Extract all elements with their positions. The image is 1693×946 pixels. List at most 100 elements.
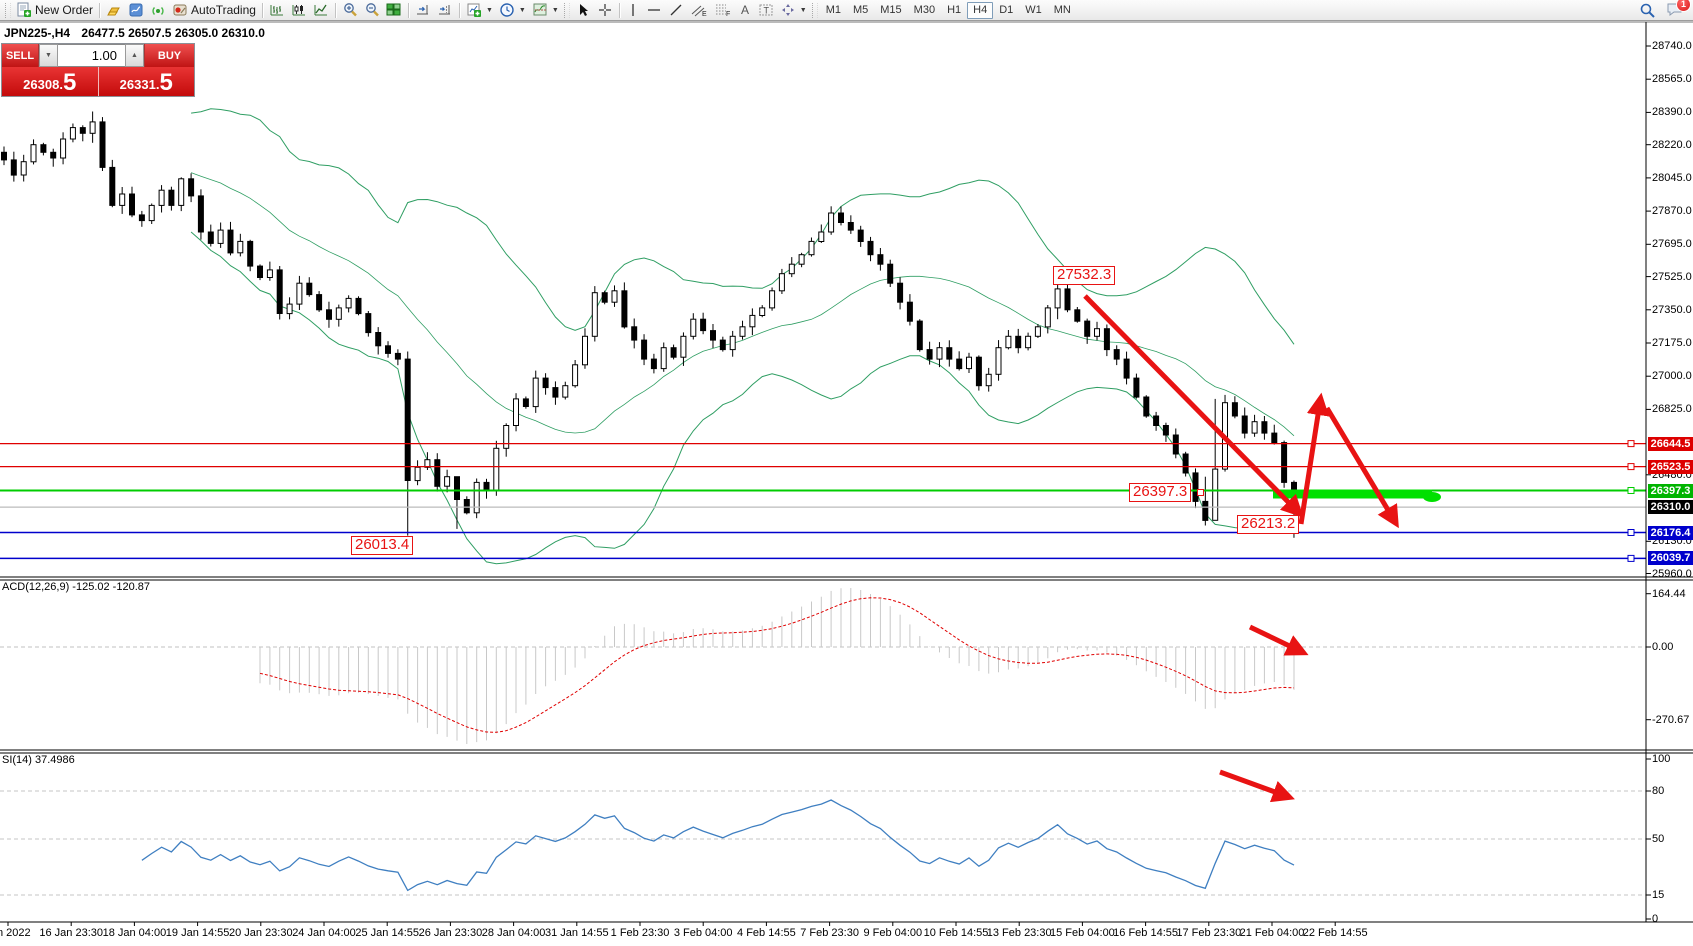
buy-price[interactable]: 26331.5 xyxy=(98,67,195,96)
gold-button[interactable] xyxy=(103,1,125,20)
timeframe-W1[interactable]: W1 xyxy=(1019,2,1048,19)
annotation-handle[interactable] xyxy=(1197,489,1204,496)
fibonacci-button[interactable]: F xyxy=(711,1,735,20)
price-axis-label: 28740.0 xyxy=(1652,40,1692,52)
periods-button[interactable]: ▼ xyxy=(496,1,529,20)
autotrading-button[interactable]: AutoTrading xyxy=(169,1,259,20)
chart-shift-button[interactable] xyxy=(434,1,456,20)
volume-decrease-button[interactable]: ▼ xyxy=(39,44,58,67)
price-tag: 26176.4 xyxy=(1648,526,1693,540)
toolbar-grip xyxy=(812,3,818,18)
line-handle[interactable] xyxy=(1628,555,1634,561)
clock-icon xyxy=(499,2,515,18)
vertical-line-button[interactable] xyxy=(623,1,643,20)
price-label-annotation[interactable]: 27532.3 xyxy=(1053,266,1115,285)
time-axis-label: 10 Feb 14:55 xyxy=(924,927,989,939)
bar-chart-button[interactable] xyxy=(266,1,288,20)
price-tag: 26310.0 xyxy=(1648,500,1693,514)
separator xyxy=(408,3,409,18)
green-band-drawing[interactable] xyxy=(1273,490,1441,503)
separator xyxy=(459,3,460,18)
sell-button[interactable]: SELL xyxy=(2,44,39,67)
horizontal-level-lines xyxy=(0,441,1646,562)
macd-panel xyxy=(0,588,1646,744)
timeframe-M5[interactable]: M5 xyxy=(847,2,874,19)
rsi-axis-label: 15 xyxy=(1652,889,1664,901)
dropdown-caret: ▼ xyxy=(519,7,526,14)
equidistant-channel-button[interactable]: E xyxy=(687,1,711,20)
price-label-annotation[interactable]: 26013.4 xyxy=(351,536,413,555)
price-axis-label: 25960.0 xyxy=(1652,568,1692,580)
trade-panel-prices: 26308.5 26331.5 xyxy=(2,67,194,96)
timeframe-group: M1M5M15M30H1H4D1W1MN xyxy=(820,2,1077,19)
svg-text:A: A xyxy=(741,3,749,17)
timeframe-H1[interactable]: H1 xyxy=(941,2,967,19)
rsi-axis-label: 0 xyxy=(1652,913,1658,925)
timeframe-D1[interactable]: D1 xyxy=(993,2,1019,19)
candlestick-icon xyxy=(291,2,307,18)
separator xyxy=(335,3,336,18)
search-icon[interactable] xyxy=(1639,2,1656,19)
price-axis-label: 27000.0 xyxy=(1652,370,1692,382)
rsi-panel xyxy=(0,791,1646,895)
volume-input[interactable]: 1.00 xyxy=(58,44,125,67)
volume-increase-button[interactable]: ▲ xyxy=(125,44,144,67)
auto-scroll-button[interactable] xyxy=(412,1,434,20)
rsi-axis-label: 100 xyxy=(1652,753,1670,765)
line-handle[interactable] xyxy=(1628,530,1634,536)
chart-shift-icon xyxy=(437,2,453,18)
fibonacci-icon: F xyxy=(714,2,732,18)
sell-price[interactable]: 26308.5 xyxy=(2,67,98,96)
buy-button[interactable]: BUY xyxy=(144,44,194,67)
notifications-button[interactable]: 1 xyxy=(1666,1,1684,20)
price-label-annotation[interactable]: 26213.2 xyxy=(1237,515,1299,534)
price-label-annotation[interactable]: 26397.3 xyxy=(1129,483,1191,502)
vertical-line-icon xyxy=(626,2,640,18)
zoom-out-button[interactable] xyxy=(361,1,383,20)
rsi-line xyxy=(142,800,1294,890)
new-order-label: New Order xyxy=(35,3,93,17)
timeframe-MN[interactable]: MN xyxy=(1048,2,1077,19)
line-chart-button[interactable] xyxy=(310,1,332,20)
equidistant-channel-icon: E xyxy=(690,2,708,18)
sell-price-big-digit: 5 xyxy=(63,71,76,95)
charts-doc-button[interactable] xyxy=(125,1,147,20)
arrows-button[interactable]: ▼ xyxy=(777,1,810,20)
timeframe-H4[interactable]: H4 xyxy=(967,2,993,19)
zoom-out-icon xyxy=(364,2,380,18)
signals-button[interactable] xyxy=(147,1,169,20)
indicators-icon xyxy=(466,2,482,18)
new-order-button[interactable]: New Order xyxy=(13,1,96,20)
tile-windows-button[interactable] xyxy=(383,1,405,20)
trendline-button[interactable] xyxy=(665,1,687,20)
mt4-terminal: { "toolbar": { "new_order_label": "New O… xyxy=(0,0,1693,946)
text-label-button[interactable]: T xyxy=(755,1,777,20)
timeframe-M30[interactable]: M30 xyxy=(908,2,941,19)
price-axis-label: 26825.0 xyxy=(1652,403,1692,415)
red-arrow[interactable] xyxy=(1327,408,1394,520)
line-handle[interactable] xyxy=(1628,464,1634,470)
red-arrow[interactable] xyxy=(1220,772,1286,796)
line-handle[interactable] xyxy=(1628,488,1634,494)
zoom-in-button[interactable] xyxy=(339,1,361,20)
red-arrow[interactable] xyxy=(1301,402,1320,524)
cursor-button[interactable] xyxy=(572,1,594,20)
line-handle[interactable] xyxy=(1628,441,1634,447)
timeframe-M15[interactable]: M15 xyxy=(874,2,907,19)
svg-text:E: E xyxy=(702,11,707,18)
crosshair-button[interactable] xyxy=(594,1,616,20)
time-axis-label: 16 Jan 23:30 xyxy=(39,927,103,939)
separator xyxy=(619,3,620,18)
candlestick-button[interactable] xyxy=(288,1,310,20)
indicators-button[interactable]: ▼ xyxy=(463,1,496,20)
timeframe-M1[interactable]: M1 xyxy=(820,2,847,19)
horizontal-line-button[interactable] xyxy=(643,1,665,20)
price-tag: 26039.7 xyxy=(1648,551,1693,565)
time-axis-label: 1 Feb 23:30 xyxy=(611,927,670,939)
price-axis-label: 28045.0 xyxy=(1652,172,1692,184)
price-axis-label: 27350.0 xyxy=(1652,304,1692,316)
text-button[interactable]: A xyxy=(735,1,755,20)
templates-button[interactable]: ▼ xyxy=(529,1,562,20)
time-axis-label: 18 Jan 04:00 xyxy=(103,927,167,939)
time-axis-label: 17 Feb 23:30 xyxy=(1176,927,1241,939)
